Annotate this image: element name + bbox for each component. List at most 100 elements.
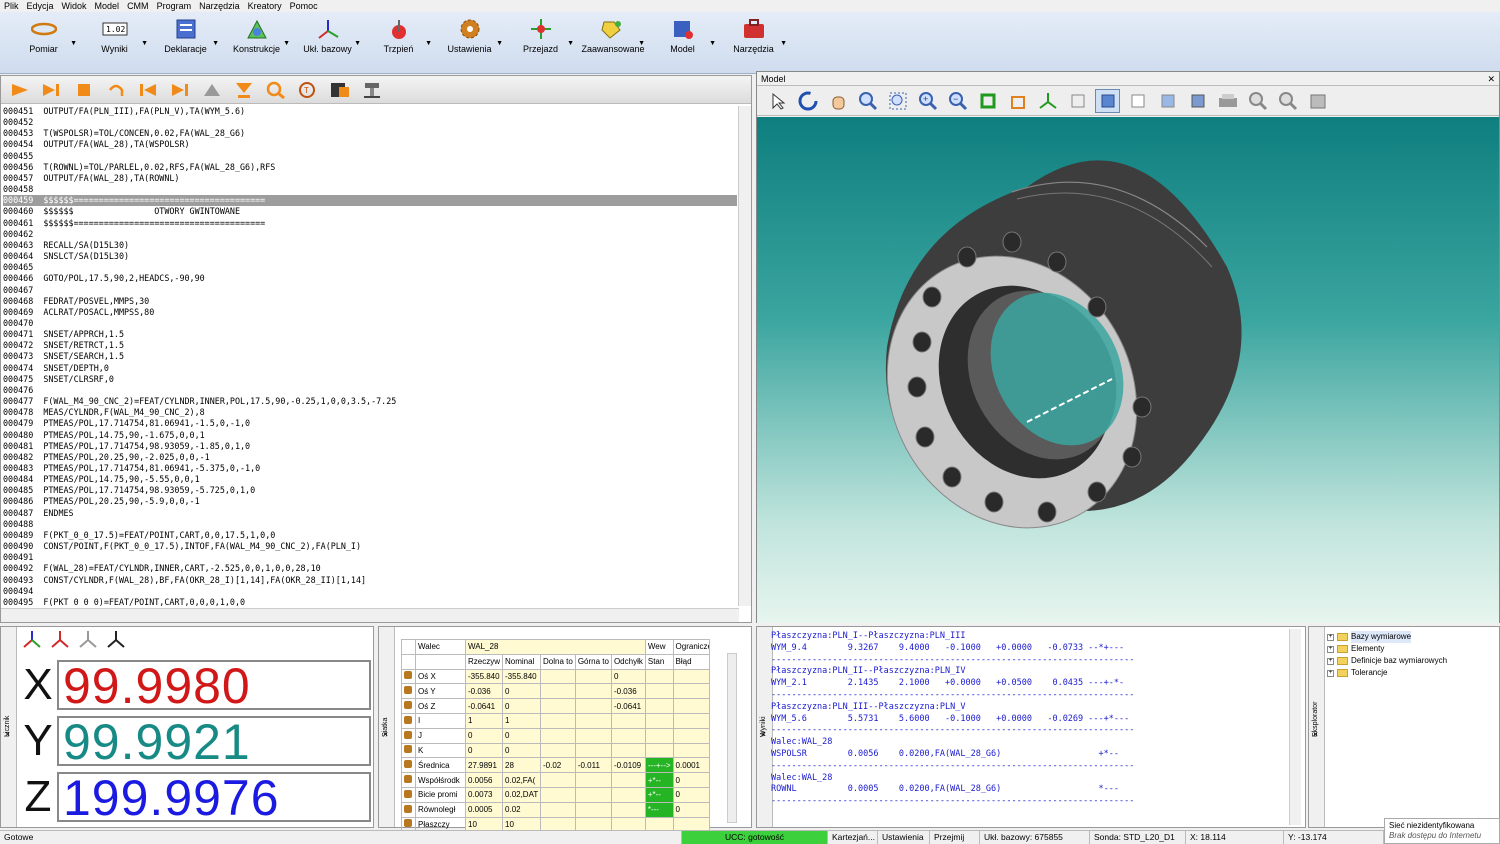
axes-color-icon[interactable] [21,629,43,649]
code-vertical-scrollbar[interactable] [738,106,751,606]
code-line[interactable]: 000457 OUTPUT/FA(WAL_28),TA(ROWNL) [3,173,737,184]
run-icon[interactable] [7,79,33,101]
table-cell[interactable]: 1 [502,712,542,729]
table-cell[interactable] [540,668,576,685]
code-line[interactable]: 000492 F(WAL_28)=FEAT/CYLNDR,INNER,CART,… [3,563,737,574]
table-cell[interactable]: 28 [502,757,542,774]
table-cell[interactable] [610,772,646,788]
view-iso-icon[interactable] [1185,89,1210,113]
expand-icon[interactable]: + [1327,669,1334,677]
zoom-window-icon[interactable] [885,89,910,113]
menu-widok[interactable]: Widok [58,0,91,12]
code-line[interactable]: 000474 SNSET/DEPTH,0 [3,363,737,374]
table-cell[interactable]: 0 [502,727,542,744]
code-line[interactable]: 000495 F(PKT_0_0_0)=FEAT/POINT,CART,0,0,… [3,597,737,606]
table-cell[interactable] [610,801,646,818]
counter-side-tab[interactable]: ✕ Licznik [1,627,17,827]
save-icon[interactable] [327,79,353,101]
zoom-out-icon[interactable]: − [945,89,970,113]
code-line[interactable]: 000477 F(WAL_M4_90_CNC_2)=FEAT/CYLNDR,IN… [3,396,737,407]
code-line[interactable]: 000451 OUTPUT/FA(PLN_III),FA(PLN_V),TA(W… [3,106,737,117]
code-line[interactable]: 000481 PTMEAS/POL,17.714754,98.93059,-1.… [3,441,737,452]
table-cell[interactable] [540,727,576,744]
feature-name-cell[interactable]: WAL_28 [465,639,646,655]
code-line[interactable]: 000462 [3,229,737,240]
forward-icon[interactable] [167,79,193,101]
tolerance-icon[interactable]: T [295,79,321,101]
table-cell[interactable]: 0 [464,727,504,744]
table-cell[interactable]: 0 [502,742,542,759]
table-cell[interactable] [574,668,612,685]
dropdown-arrow-icon[interactable]: ▼ [567,40,574,47]
grid-scrollbar[interactable] [727,653,737,823]
table-row[interactable]: K00 [401,742,710,759]
wireframe-icon[interactable] [1065,89,1090,113]
grid-side-tab[interactable]: ✕ Siatka [379,627,395,827]
code-line[interactable]: 000465 [3,262,737,273]
3d-viewport[interactable] [757,117,1499,623]
code-line[interactable]: 000455 [3,151,737,162]
menu-model[interactable]: Model [91,0,124,12]
table-cell[interactable]: 1 [464,712,504,729]
table-cell[interactable] [610,712,646,729]
dropdown-arrow-icon[interactable]: ▼ [638,40,645,47]
table-cell[interactable]: 0 [672,786,710,803]
shaded-icon[interactable] [1095,88,1120,113]
table-row[interactable]: Oś Y -0.036 0 -0.036 [401,683,710,700]
ribbon-konstrukcje-button[interactable]: Konstrukcje ▼ [221,12,292,72]
table-cell[interactable] [610,742,646,759]
table-cell[interactable]: 0 [672,772,710,788]
table-row[interactable]: Średnica 27.9891 28 -0.02 -0.011 -0.0109 ---+-… [401,757,710,774]
table-cell[interactable]: -0.036 [610,683,646,700]
up-icon[interactable] [199,79,225,101]
view-front-icon[interactable] [1125,89,1150,113]
dropdown-arrow-icon[interactable]: ▼ [709,40,716,47]
code-line[interactable]: 000460 $$$$$$ OTWORY GWINTOWANE [3,206,737,217]
ribbon-narzedzia-button[interactable]: Narzędzia ▼ [718,12,789,72]
results-scrollbar[interactable] [1289,629,1301,825]
code-line[interactable]: 000461 $$$$$$===========================… [3,218,737,229]
network-notification[interactable]: Sieć niezidentyfikowana Brak dostępu do … [1384,818,1500,844]
machine-icon[interactable] [359,79,385,101]
step-icon[interactable] [39,79,65,101]
menu-program[interactable]: Program [153,0,196,12]
dropdown-arrow-icon[interactable]: ▼ [70,40,77,47]
table-cell[interactable] [644,683,674,700]
table-cell[interactable] [574,801,612,818]
table-cell[interactable] [672,698,710,714]
limit-cell[interactable]: Ograniczenie [672,639,710,655]
table-cell[interactable] [540,772,576,788]
dropdown-arrow-icon[interactable]: ▼ [354,40,361,47]
table-cell[interactable] [644,727,674,744]
table-cell[interactable] [574,742,612,759]
find-icon[interactable] [263,79,289,101]
dropdown-arrow-icon[interactable]: ▼ [141,40,148,47]
menu-plik[interactable]: Plik [0,0,23,12]
table-cell[interactable] [574,772,612,788]
table-cell[interactable] [574,683,612,700]
explorer-side-tab[interactable]: ✕ Eksplorator [1309,627,1325,827]
expand-icon[interactable]: + [1327,645,1334,653]
table-cell[interactable] [644,712,674,729]
select-arrow-icon[interactable] [765,89,790,113]
tree-item[interactable]: + Tolerancje [1327,667,1447,679]
table-cell[interactable] [644,668,674,685]
search-model-2-icon[interactable] [1275,89,1300,113]
ribbon-ukl-bazowy-button[interactable]: Ukł. bazowy ▼ [292,12,363,72]
ribbon-deklaracje-button[interactable]: Deklaracje ▼ [150,12,221,72]
table-cell[interactable] [644,742,674,759]
table-cell[interactable] [540,698,576,714]
code-line[interactable]: 000483 PTMEAS/POL,17.714754,81.06941,-5.… [3,463,737,474]
print-icon[interactable] [1215,89,1240,113]
table-cell[interactable]: 0 [502,698,542,714]
code-line[interactable]: 000472 SNSET/RETRCT,1.5 [3,340,737,351]
ribbon-pomiar-button[interactable]: Pomiar ▼ [8,12,79,72]
ribbon-zaawansowane-button[interactable]: Zaawansowane ▼ [576,12,647,72]
code-line[interactable]: 000453 T(WSPOLSR)=TOL/CONCEN,0.02,FA(WAL… [3,128,737,139]
table-cell[interactable]: +*-- [644,786,674,803]
code-line[interactable]: 000454 OUTPUT/FA(WAL_28),TA(WSPOLSR) [3,139,737,150]
ribbon-wyniki-button[interactable]: 1.02 Wyniki ▼ [79,12,150,72]
table-cell[interactable] [672,742,710,759]
code-line[interactable]: 000471 SNSET/APPRCH,1.5 [3,329,737,340]
table-cell[interactable]: 0.0001 [672,757,710,774]
